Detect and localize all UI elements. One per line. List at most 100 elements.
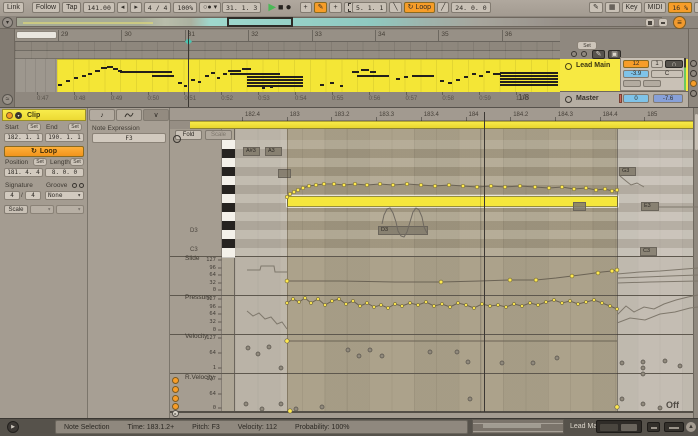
sig-numerator-field[interactable]: 4 xyxy=(4,191,20,200)
draw-mode-button[interactable]: ✎ xyxy=(314,2,328,13)
radio-icon[interactable] xyxy=(581,51,587,57)
scale-button[interactable]: Scale xyxy=(205,130,232,140)
send-a-field[interactable] xyxy=(623,80,641,87)
selected-midi-note[interactable] xyxy=(287,196,618,207)
nudge-up-button[interactable]: ▸ xyxy=(130,2,142,13)
loop-position-field[interactable]: 181. 4. 4 xyxy=(4,168,43,177)
arrangement-midi-clip[interactable] xyxy=(57,59,560,92)
loop-length-field[interactable]: 8. 0. 0 xyxy=(45,168,84,177)
scale-mode-button[interactable]: Scale xyxy=(4,205,28,214)
punch-out-button[interactable]: ╱ xyxy=(437,2,449,13)
arrangement-playhead[interactable] xyxy=(188,30,189,107)
midi-channel-field[interactable]: 1 xyxy=(651,60,663,68)
waveform-view-icon[interactable]: ≈ xyxy=(2,94,13,105)
master-volume-field[interactable]: 0 xyxy=(623,94,649,103)
overview-expand-button[interactable] xyxy=(658,18,668,27)
option-toggle[interactable] xyxy=(690,90,697,97)
tab-envelopes[interactable] xyxy=(116,109,142,121)
scale-name-select[interactable]: ▾ xyxy=(56,205,84,214)
record-button[interactable]: ● xyxy=(285,3,291,13)
ruler-scroll-handle[interactable] xyxy=(16,31,57,39)
stop-button[interactable]: ■ xyxy=(278,3,283,12)
status-play-icon[interactable]: ▶ xyxy=(7,421,19,433)
notification-icon[interactable]: ▲ xyxy=(685,421,697,433)
option-toggle-active[interactable] xyxy=(690,80,697,87)
clip-activator-icon[interactable] xyxy=(6,112,13,119)
track-unfold-icon[interactable] xyxy=(565,96,572,103)
cue-volume-field[interactable]: -7.6 xyxy=(653,94,683,103)
ghost-note[interactable]: G3 xyxy=(619,167,636,176)
expression-note-field[interactable]: F3 xyxy=(92,133,166,143)
set-length-button[interactable]: Set xyxy=(70,158,84,166)
clip-start-field[interactable]: 182. 1. 1 xyxy=(4,133,43,142)
hamburger-menu-button[interactable]: ≡ xyxy=(673,16,686,29)
groove-select[interactable]: None▾ xyxy=(45,191,84,200)
tab-notes[interactable]: ♪ xyxy=(89,109,115,121)
metronome-button[interactable]: ○●▾ xyxy=(199,2,221,13)
ghost-note[interactable]: D3 xyxy=(378,226,428,235)
lane-button-rvelocity[interactable] xyxy=(172,403,179,410)
option-toggle[interactable] xyxy=(690,60,697,67)
overview-zoom-icon[interactable]: ▾ xyxy=(2,17,13,28)
clip-title-bar[interactable]: ▾ Clip xyxy=(2,109,86,121)
ghost-note[interactable]: A#3 xyxy=(243,147,260,156)
preview-button[interactable]: ∩ xyxy=(665,60,683,68)
collapsed-track-row-2[interactable] xyxy=(15,51,560,59)
loop-brace[interactable] xyxy=(190,121,693,129)
groove-hotswap-icon[interactable] xyxy=(79,183,84,188)
track-unfold-icon[interactable] xyxy=(565,63,572,70)
overview-minimize-button[interactable] xyxy=(645,18,655,27)
cpu-meter[interactable]: 16 % xyxy=(668,2,692,13)
set-end-button[interactable]: Set xyxy=(68,123,82,131)
collapsed-track-row[interactable] xyxy=(15,42,560,51)
draw-automation-button[interactable]: ✎ xyxy=(592,50,605,59)
piano-key[interactable] xyxy=(222,248,235,258)
nudge-down-button[interactable]: ◂ xyxy=(117,2,129,13)
midi-input-meter[interactable]: 12 xyxy=(623,60,649,68)
ghost-note[interactable] xyxy=(278,169,291,178)
quantize-menu[interactable]: 100% xyxy=(173,2,197,13)
send-b-field[interactable] xyxy=(643,80,661,87)
ghost-note[interactable]: E3 xyxy=(641,202,659,211)
punch-in-position-field[interactable]: 5. 1. 1 xyxy=(352,2,387,13)
loop-toggle-button[interactable]: ↻Loop xyxy=(4,146,84,157)
lane-button-slide[interactable] xyxy=(172,377,179,384)
arrangement-overview[interactable] xyxy=(16,17,662,27)
cpu-menu-button[interactable]: ▾ xyxy=(694,2,698,13)
tap-tempo-button[interactable]: Tap xyxy=(62,2,81,13)
tempo-field[interactable]: 141.00 xyxy=(83,2,114,13)
midi-map-button[interactable]: MIDI xyxy=(644,2,667,13)
loop-length-field[interactable]: 24. 0. 0 xyxy=(451,2,490,13)
pan-field[interactable]: C xyxy=(651,70,683,78)
clip-menu-icon[interactable]: ▾ xyxy=(15,112,22,119)
scale-root-select[interactable]: ▾ xyxy=(30,205,54,214)
tab-expression[interactable]: ∨ xyxy=(143,109,169,121)
option-toggle[interactable] xyxy=(690,70,697,77)
lane-button-velocity[interactable] xyxy=(172,395,179,402)
link-button[interactable]: Link xyxy=(3,2,24,13)
radio-icon[interactable] xyxy=(571,51,577,57)
editor-scrollbar[interactable] xyxy=(693,108,698,418)
set-locator-button[interactable]: Set xyxy=(577,41,597,50)
ghost-note[interactable]: C3 xyxy=(640,247,657,256)
editor-playhead[interactable] xyxy=(484,112,485,412)
lane-button-pressure[interactable] xyxy=(172,386,179,393)
ghost-note[interactable] xyxy=(573,202,586,211)
groove-commit-icon[interactable] xyxy=(72,183,77,188)
overview-viewport[interactable] xyxy=(227,17,293,27)
volume-field[interactable]: -3.9 xyxy=(623,70,649,78)
computer-midi-keyboard-button[interactable]: ▦ xyxy=(605,2,620,13)
key-map-button[interactable]: Key xyxy=(622,2,642,13)
set-start-button[interactable]: Set xyxy=(27,123,41,131)
ghost-note[interactable]: A3 xyxy=(265,147,282,156)
lane-add-button[interactable]: ▸ xyxy=(172,410,179,417)
overdub-button[interactable]: + xyxy=(300,2,312,13)
follow-button[interactable]: Follow xyxy=(32,2,60,13)
punch-in-button[interactable]: ╲ xyxy=(389,2,401,13)
automation-arm-button[interactable]: + xyxy=(329,2,341,13)
time-signature-field[interactable]: 4 / 4 xyxy=(144,2,172,13)
expression-lane-toggle[interactable] xyxy=(173,135,181,143)
sig-denominator-field[interactable]: 4 xyxy=(25,191,41,200)
set-position-button[interactable]: Set xyxy=(33,158,47,166)
play-button[interactable]: ▶ xyxy=(268,3,276,13)
